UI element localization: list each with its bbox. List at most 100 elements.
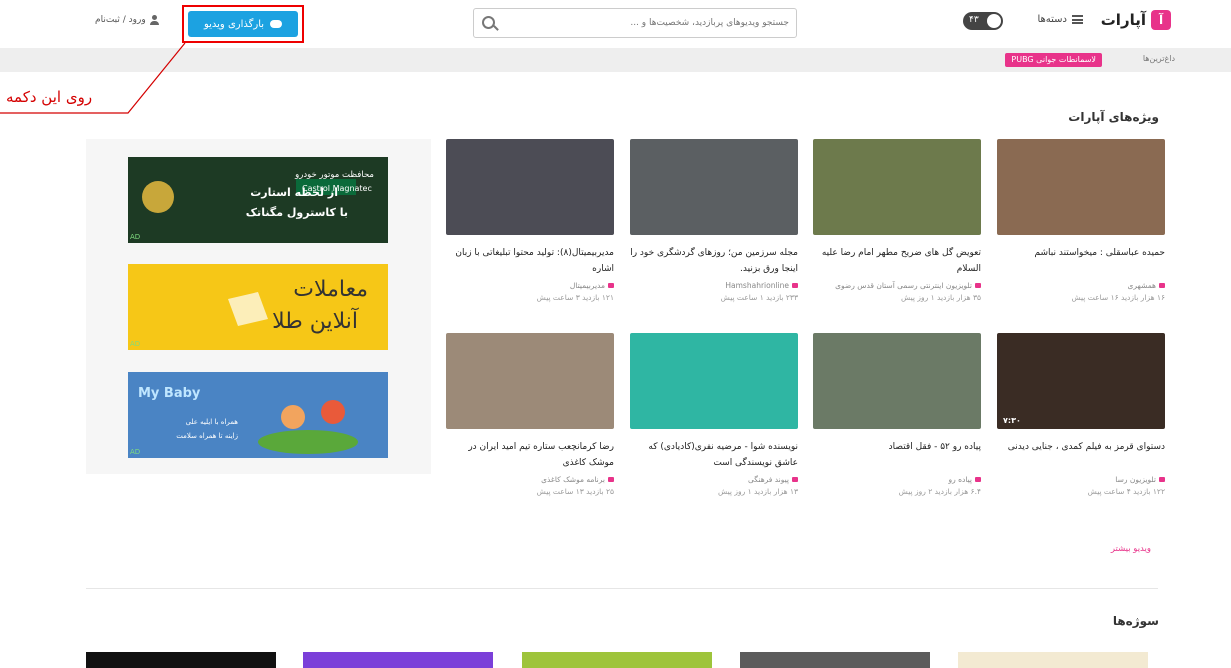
ad-castrol-brand: Castrol Magnatec <box>302 184 372 193</box>
video-title[interactable]: رضا کرمانچعب ستاره تیم امید ایران در موش… <box>446 439 614 471</box>
channel-name: پیوند فرهنگی <box>748 475 789 484</box>
ad-mark: AD <box>130 448 141 456</box>
ad-mark: AD <box>130 233 141 241</box>
channel-name: پیاده رو <box>948 475 972 484</box>
channel-icon <box>975 477 981 482</box>
annotation-text: روی این دکمه <box>6 88 93 106</box>
video-thumbnail[interactable] <box>630 139 798 235</box>
upload-video-button[interactable]: بارگذاری ویدیو <box>188 11 298 37</box>
video-thumbnail[interactable] <box>813 333 981 429</box>
section-featured-title: ویژه‌های آپارات <box>1068 110 1159 124</box>
video-meta: ۲۵ بازدید ۱۳ ساعت پیش <box>536 487 614 496</box>
ad-gold-trading[interactable]: معاملات آنلاین طلا AD <box>128 264 388 350</box>
video-channel[interactable]: برنامه موشک کاغذی <box>446 475 614 484</box>
video-thumbnail[interactable]: ۷:۳۰ <box>997 333 1165 429</box>
toggle-knob <box>987 14 1001 28</box>
theme-toggle-value: ۴۳ <box>969 15 979 25</box>
video-thumbnail[interactable] <box>446 333 614 429</box>
subbar-label[interactable]: داغ‌ترین‌ها <box>1143 54 1175 63</box>
video-title[interactable]: مجله سرزمین من؛ روزهای گردشگری خود را ای… <box>630 245 798 277</box>
login-link[interactable]: ورود / ثبت‌نام <box>95 15 159 25</box>
channel-icon <box>608 477 614 482</box>
theme-toggle[interactable]: ۴۳ <box>963 12 1003 30</box>
logo[interactable]: آ آپارات <box>1101 10 1171 30</box>
ad-castrol[interactable]: محافظت موتور خودرو از لحظه استارت با کاس… <box>128 157 388 243</box>
video-thumbnail[interactable] <box>997 139 1165 235</box>
search-box <box>473 8 797 38</box>
categories-label: دسته‌ها <box>1037 14 1067 25</box>
video-card[interactable]: مجله سرزمین من؛ روزهای گردشگری خود را ای… <box>630 139 798 302</box>
video-title[interactable]: مدیربیمیتال(۸): تولید محتوا تبلیغاتی با … <box>446 245 614 277</box>
channel-icon <box>792 477 798 482</box>
ad-my-baby[interactable]: My Baby همراه با ایلیه علی زاینه تا همرا… <box>128 372 388 458</box>
channel-icon <box>608 283 614 288</box>
topic-thumbnail[interactable] <box>958 652 1148 668</box>
video-meta: ۱۲۱ بازدید ۳ ساعت پیش <box>536 293 614 302</box>
channel-icon <box>1159 477 1165 482</box>
search-icon[interactable] <box>482 16 495 29</box>
logo-text: آپارات <box>1100 11 1146 29</box>
video-meta: ۳۵ هزار بازدید ۱ روز پیش <box>901 293 981 302</box>
login-label: ورود / ثبت‌نام <box>95 15 146 25</box>
video-title[interactable]: پیاده رو ۵۲ - فقل اقتصاد <box>813 439 981 471</box>
topic-thumbnail[interactable] <box>522 652 712 668</box>
section-topics-title: سوژه‌ها <box>1112 614 1159 628</box>
topic-thumbnail[interactable] <box>86 652 276 668</box>
upload-label: بارگذاری ویدیو <box>203 18 265 30</box>
categories-menu[interactable]: دسته‌ها <box>1037 14 1083 25</box>
channel-icon <box>975 283 981 288</box>
video-title[interactable]: دستوای قرمز به فیلم کمدی ، جنایی دیدنی <box>997 439 1165 471</box>
video-title[interactable]: نویسنده شوا - مرضیه نفری(کادیادی) که عاش… <box>630 439 798 471</box>
channel-icon <box>1159 283 1165 288</box>
ad-mark: AD <box>130 340 141 348</box>
video-thumbnail[interactable] <box>630 333 798 429</box>
channel-name: Hamshahrionline <box>725 281 789 290</box>
topic-thumbnail[interactable] <box>303 652 493 668</box>
channel-name: برنامه موشک کاغذی <box>541 475 605 484</box>
ads-panel: محافظت موتور خودرو از لحظه استارت با کاس… <box>86 139 431 474</box>
ad-baby-line3: زاینه تا همراه سلامت <box>176 432 238 440</box>
video-title[interactable]: تعویض گل های ضریح مطهر امام رضا علیه الس… <box>813 245 981 277</box>
channel-name: تلویزیون رسا <box>1115 475 1156 484</box>
video-channel[interactable]: پیاده رو <box>813 475 981 484</box>
video-card[interactable]: نویسنده شوا - مرضیه نفری(کادیادی) که عاش… <box>630 333 798 496</box>
video-channel[interactable]: تلویزیون رسا <box>997 475 1165 484</box>
video-thumbnail[interactable] <box>446 139 614 235</box>
search-input[interactable] <box>504 9 789 37</box>
topic-thumbnail[interactable] <box>740 652 930 668</box>
video-channel[interactable]: پیوند فرهنگی <box>630 475 798 484</box>
video-card[interactable]: پیاده رو ۵۲ - فقل اقتصاد پیاده رو ۶.۴ هزار… <box>813 333 981 496</box>
ad-gold-line1: معاملات <box>293 277 368 302</box>
ad-baby-brand: My Baby <box>138 386 201 401</box>
video-card[interactable]: حمیده عباسقلی : میخواستند نباشم همشهری ۱۶ … <box>997 139 1165 302</box>
menu-icon <box>1072 15 1083 24</box>
video-card[interactable]: ۷:۳۰ دستوای قرمز به فیلم کمدی ، جنایی دید… <box>997 333 1165 496</box>
video-title[interactable]: حمیده عباسقلی : میخواستند نباشم <box>997 245 1166 277</box>
user-icon <box>149 15 159 25</box>
video-meta: ۶.۴ هزار بازدید ۲ روز پیش <box>898 487 981 496</box>
video-card[interactable]: مدیربیمیتال(۸): تولید محتوا تبلیغاتی با … <box>446 139 614 302</box>
promo-badge[interactable]: لاسمانطات جوانی PUBG <box>1005 53 1102 67</box>
channel-name: مدیربیمیتال <box>569 281 605 290</box>
video-meta: ۱۲۲ بازدید ۴ ساعت پیش <box>1087 487 1165 496</box>
header: آ آپارات دسته‌ها ۴۳ بارگذاری ویدیو ورود … <box>0 0 1231 44</box>
ad-castrol-line3: با کاسترول مگناتک <box>245 206 348 219</box>
video-card[interactable]: رضا کرمانچعب ستاره تیم امید ایران در موش… <box>446 333 614 496</box>
video-channel[interactable]: Hamshahrionline <box>630 281 798 290</box>
ad-gold-line2: آنلاین طلا <box>272 309 358 334</box>
more-videos-link[interactable]: ویدیو بیشتر <box>1111 544 1151 554</box>
sub-bar: لاسمانطات جوانی PUBG داغ‌ترین‌ها <box>0 48 1231 72</box>
channel-name: تلویزیون اینترنتی رسمی آستان قدس رضوی <box>835 281 972 290</box>
video-channel[interactable]: تلویزیون اینترنتی رسمی آستان قدس رضوی <box>813 281 981 290</box>
channel-name: همشهری <box>1127 281 1156 290</box>
video-meta: ۱۶ هزار بازدید ۱۶ ساعت پیش <box>1071 293 1165 302</box>
video-thumbnail[interactable] <box>813 139 981 235</box>
cloud-upload-icon <box>270 20 283 28</box>
video-channel[interactable]: همشهری <box>997 281 1165 290</box>
video-channel[interactable]: مدیربیمیتال <box>446 281 614 290</box>
video-card[interactable]: تعویض گل های ضریح مطهر امام رضا علیه الس… <box>813 139 981 302</box>
aparat-logo-icon: آ <box>1151 10 1171 30</box>
upload-highlight-box: بارگذاری ویدیو <box>182 5 304 43</box>
video-duration: ۷:۳۰ <box>1003 416 1021 425</box>
channel-icon <box>792 283 798 288</box>
